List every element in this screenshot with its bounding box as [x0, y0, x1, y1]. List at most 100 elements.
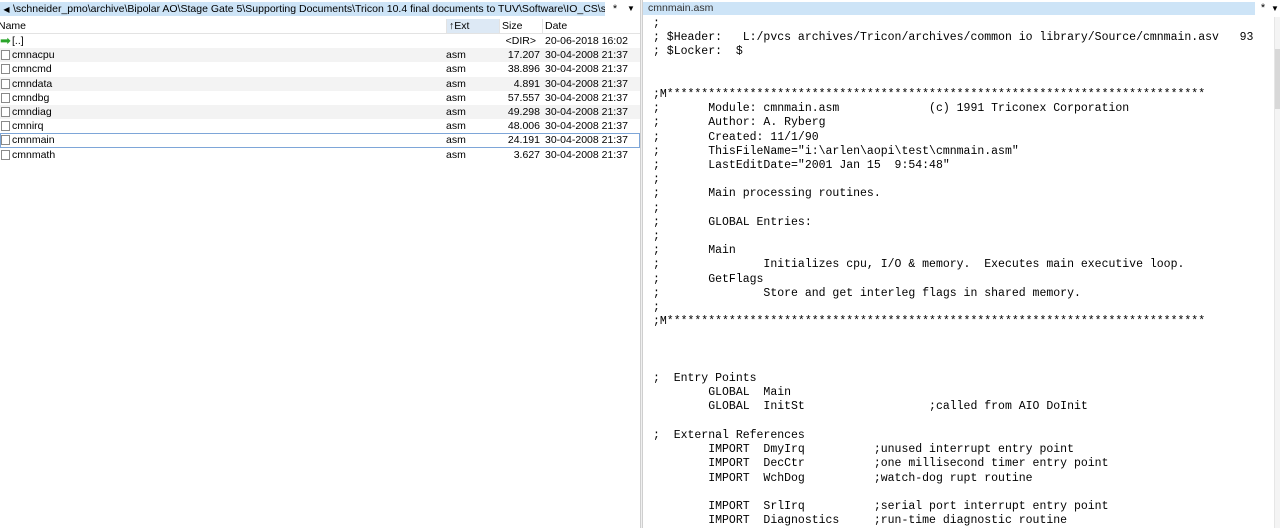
path-back-arrow-icon[interactable]: ◀	[0, 3, 13, 16]
column-size[interactable]: Size	[500, 19, 543, 33]
column-ext-label: Ext	[454, 20, 470, 32]
up-arrow-icon: ➡	[0, 33, 11, 48]
file-date: 30-04-2008 21:37	[545, 63, 628, 76]
code-line: ; GetFlags	[653, 272, 764, 286]
code-line: ; External References	[653, 428, 805, 442]
viewer-dropdown-button[interactable]: ▼	[1269, 2, 1280, 15]
file-icon	[1, 78, 10, 89]
file-size: 57.557	[507, 91, 540, 104]
viewer-star-button[interactable]: *	[1257, 2, 1269, 15]
file-date: 30-04-2008 21:37	[545, 91, 628, 104]
code-line: ; Initializes cpu, I/O & memory. Execute…	[653, 258, 1185, 272]
current-path[interactable]: ◀ \schneider_pmo\archive\Bipolar AO\Stage…	[0, 2, 605, 16]
code-line: ; Store and get interleg flags in shared…	[653, 286, 1081, 300]
history-star-button[interactable]: *	[608, 2, 622, 16]
code-line: GLOBAL InitSt ;called from AIO DoInit	[653, 400, 1088, 414]
file-name: cmndata	[12, 77, 53, 90]
file-date: 30-04-2008 21:37	[545, 148, 628, 161]
file-viewer-pane: cmnmain.asm * ▼ ;; $Header: L:/pvcs arch…	[643, 0, 1280, 528]
file-name: cmnmath	[12, 148, 56, 161]
file-size: 17.207	[507, 49, 540, 62]
file-name: cmncmd	[12, 63, 52, 76]
file-ext: asm	[446, 134, 466, 147]
file-ext: asm	[446, 120, 466, 133]
scrollbar-thumb[interactable]	[1275, 49, 1280, 109]
file-row[interactable]: cmndbg asm 57.557 30-04-2008 21:37	[0, 91, 640, 105]
code-line: ;M**************************************…	[653, 315, 1206, 329]
file-icon	[1, 149, 10, 160]
file-name: cmndbg	[12, 91, 50, 104]
file-name: cmnmain	[12, 134, 55, 147]
file-date: 30-04-2008 21:37	[545, 49, 628, 62]
code-line: ; $Locker: $	[653, 45, 743, 59]
file-size: <DIR>	[505, 35, 536, 47]
path-dropdown-button[interactable]: ▼	[624, 2, 638, 16]
file-list-pane: ◀ \schneider_pmo\archive\Bipolar AO\Stage…	[0, 0, 640, 528]
path-text: \schneider_pmo\archive\Bipolar AO\Stage …	[13, 3, 605, 15]
file-icon	[1, 135, 10, 146]
file-date: 30-04-2008 21:37	[545, 105, 628, 118]
file-size: 24.191	[507, 134, 540, 147]
code-line: IMPORT SrlIrq ;serial port interrupt ent…	[653, 499, 1109, 513]
viewer-title: cmnmain.asm	[643, 2, 1255, 15]
code-line: IMPORT DmyIrq ;unused interrupt entry po…	[653, 443, 1074, 457]
file-name: cmnacpu	[12, 49, 55, 62]
file-icon	[1, 64, 10, 75]
path-bar: ◀ \schneider_pmo\archive\Bipolar AO\Stage…	[0, 1, 640, 17]
code-line: ;	[653, 301, 660, 315]
file-ext: asm	[446, 91, 466, 104]
code-line: ;M**************************************…	[653, 88, 1206, 102]
code-line: ;	[653, 173, 660, 187]
column-date[interactable]: Date	[543, 19, 640, 33]
file-icon	[1, 121, 10, 132]
code-line: ;	[653, 17, 660, 30]
column-header: Name ↑Ext Size Date	[0, 19, 640, 34]
file-date: 30-04-2008 21:37	[545, 77, 628, 90]
code-line: ;	[653, 230, 660, 244]
file-row[interactable]: cmnirq asm 48.006 30-04-2008 21:37	[0, 119, 640, 133]
file-ext: asm	[446, 148, 466, 161]
file-name: [..]	[12, 35, 24, 47]
file-date: 30-04-2008 21:37	[545, 134, 628, 147]
file-size: 49.298	[507, 105, 540, 118]
code-line: IMPORT WchDog ;watch-dog rupt routine	[653, 471, 1033, 485]
code-line: GLOBAL Main	[653, 386, 792, 400]
code-line: IMPORT Diagnostics ;run-time diagnostic …	[653, 514, 1068, 528]
parent-dir-row[interactable]: ➡ [..] <DIR> 20-06-2018 16:02	[0, 34, 640, 48]
file-row[interactable]: cmndata asm 4.891 30-04-2008 21:37	[0, 76, 640, 91]
file-name: cmnirq	[12, 120, 44, 133]
code-line: ; LastEditDate="2001 Jan 15 9:54:48"	[653, 159, 950, 173]
file-row[interactable]: cmnacpu asm 17.207 30-04-2008 21:37	[0, 48, 640, 63]
code-line: ; ThisFileName="i:\arlen\aopi\test\cmnma…	[653, 144, 1019, 158]
file-row[interactable]: cmnmath asm 3.627 30-04-2008 21:37	[0, 148, 640, 162]
code-line: ; GLOBAL Entries:	[653, 215, 812, 229]
file-ext: asm	[446, 49, 466, 62]
file-date: 20-06-2018 16:02	[545, 35, 628, 47]
source-code-view[interactable]: ;; $Header: L:/pvcs archives/Tricon/arch…	[653, 17, 1253, 528]
code-line: ; Entry Points	[653, 372, 757, 386]
file-size: 3.627	[513, 148, 540, 161]
code-line: ; Module: cmnmain.asm (c) 1991 Triconex …	[653, 102, 1130, 116]
column-name[interactable]: Name	[0, 19, 447, 33]
file-icon	[1, 106, 10, 117]
file-date: 30-04-2008 21:37	[545, 120, 628, 133]
column-ext[interactable]: ↑Ext	[447, 19, 500, 33]
file-ext: asm	[446, 77, 466, 90]
file-size: 4.891	[513, 77, 540, 90]
code-line: ; Author: A. Ryberg	[653, 116, 826, 130]
file-row-selected[interactable]: cmnmain asm 24.191 30-04-2008 21:37	[0, 133, 640, 148]
file-row[interactable]: cmncmd asm 38.896 30-04-2008 21:37	[0, 62, 640, 76]
file-icon	[1, 50, 10, 61]
file-icon	[1, 92, 10, 103]
code-line: ; $Header: L:/pvcs archives/Tricon/archi…	[653, 31, 1254, 45]
code-line: ;	[653, 201, 660, 215]
file-name: cmndiag	[12, 105, 52, 118]
file-row[interactable]: cmndiag asm 49.298 30-04-2008 21:37	[0, 104, 640, 120]
file-size: 38.896	[507, 63, 540, 76]
vertical-scrollbar[interactable]	[1274, 17, 1280, 528]
code-line: ; Main processing routines.	[653, 187, 881, 201]
